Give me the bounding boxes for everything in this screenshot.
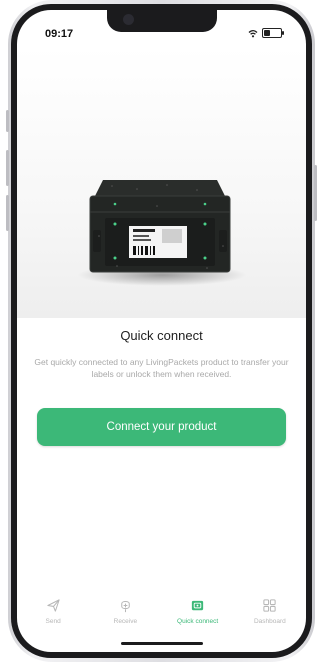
battery-icon (262, 28, 284, 38)
side-button (6, 195, 9, 231)
page-description: Get quickly connected to any LivingPacke… (34, 357, 289, 379)
bottom-tab-bar: Send Receive Quick connect Dashboard (17, 598, 306, 632)
wifi-icon (248, 29, 258, 37)
status-icons (248, 28, 284, 38)
product-hero (17, 46, 306, 318)
side-button (6, 150, 9, 186)
quick-connect-icon (192, 600, 204, 611)
phone-screen: 09:17 Quick connect Get quickly connecte… (17, 10, 306, 652)
side-button (314, 165, 317, 221)
tab-quick-connect[interactable]: Quick connect (162, 598, 234, 632)
tab-label: Quick connect (177, 618, 219, 625)
tab-label: Dashboard (253, 618, 286, 625)
page-title: Quick connect (120, 328, 203, 343)
home-indicator (121, 642, 203, 645)
tab-receive[interactable]: Receive (89, 598, 161, 632)
connect-product-button[interactable]: Connect your product (37, 408, 286, 446)
tab-send[interactable]: Send (17, 598, 89, 632)
tab-label: Send (45, 618, 61, 625)
camera-icon (123, 14, 134, 25)
send-icon (46, 599, 60, 612)
receive-icon (121, 601, 130, 613)
tab-dashboard[interactable]: Dashboard (234, 598, 306, 632)
notch (107, 10, 217, 32)
status-time: 09:17 (45, 28, 74, 40)
product-box-image (89, 180, 231, 273)
dashboard-icon (263, 599, 277, 612)
tab-label: Receive (113, 618, 138, 625)
side-button (6, 110, 9, 132)
